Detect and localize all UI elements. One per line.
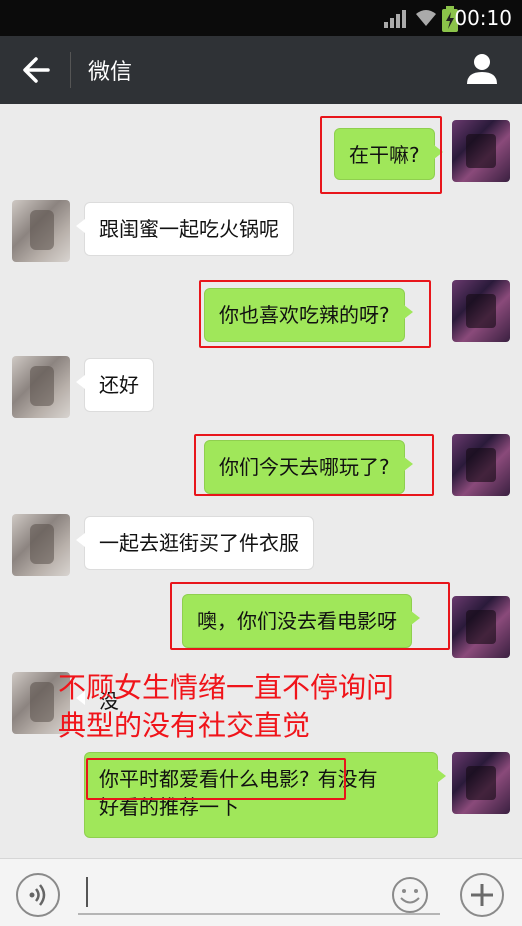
my-message-bubble[interactable]: 在干嘛? <box>334 128 443 180</box>
contact-avatar[interactable] <box>12 200 70 262</box>
my-avatar[interactable] <box>452 120 510 182</box>
message-list[interactable]: 在干嘛? 跟闺蜜一起吃火锅呢 你也喜欢吃辣的呀? 还好 你们今天去哪玩了? 一起… <box>0 104 522 854</box>
my-avatar[interactable] <box>452 434 510 496</box>
my-avatar[interactable] <box>452 596 510 658</box>
annotation-line-2: 典型的没有社交直觉 <box>58 709 311 742</box>
contact-profile-icon[interactable] <box>464 50 500 86</box>
contact-avatar[interactable] <box>12 356 70 418</box>
contact-message-bubble[interactable]: 还好 <box>76 358 154 412</box>
status-bar: 00:10 <box>0 0 522 36</box>
voice-input-button[interactable] <box>16 873 60 917</box>
message-text-highlighted: 你平时都爱看什么电影? <box>99 767 310 791</box>
my-avatar[interactable] <box>452 752 510 814</box>
annotation-line-1: 不顾女生情绪一直不停询问 <box>58 671 395 704</box>
contact-message-bubble[interactable]: 一起去逛街买了件衣服 <box>76 516 314 570</box>
my-message-bubble[interactable]: 你也喜欢吃辣的呀? <box>204 288 413 342</box>
back-arrow-icon[interactable] <box>18 52 54 88</box>
message-text-line-1: 你平时都爱看什么电影? 有没有 <box>99 765 423 793</box>
signal-icon <box>384 10 406 28</box>
more-options-button[interactable] <box>460 873 504 917</box>
message-text: 你也喜欢吃辣的呀? <box>219 303 390 327</box>
input-bar <box>0 858 522 926</box>
header-divider <box>70 52 71 88</box>
contact-message-bubble[interactable]: 跟闺蜜一起吃火锅呢 <box>76 202 294 256</box>
message-text: 你们今天去哪玩了? <box>219 455 390 479</box>
chat-header: 微信 <box>0 36 522 104</box>
my-message-bubble[interactable]: 你平时都爱看什么电影? 有没有 好看的推荐一下 <box>84 752 446 838</box>
message-text: 噢，你们没去看电影呀 <box>197 609 397 633</box>
chat-title: 微信 <box>88 60 133 85</box>
message-text: 在干嘛? <box>349 143 420 167</box>
plus-icon <box>471 884 493 906</box>
message-text: 还好 <box>99 373 139 397</box>
message-text: 跟闺蜜一起吃火锅呢 <box>99 217 279 241</box>
my-message-bubble[interactable]: 你们今天去哪玩了? <box>204 440 413 494</box>
clock: 00:10 <box>454 6 512 30</box>
message-input[interactable] <box>78 871 440 915</box>
emoji-icon[interactable] <box>390 875 430 915</box>
voice-icon <box>29 884 46 906</box>
message-text: 一起去逛街买了件衣服 <box>99 531 299 555</box>
contact-avatar[interactable] <box>12 514 70 576</box>
wifi-icon <box>416 10 436 26</box>
message-text-line-2: 好看的推荐一下 <box>99 795 239 819</box>
message-text: 有没有 <box>317 767 378 791</box>
my-avatar[interactable] <box>452 280 510 342</box>
text-cursor <box>86 877 88 907</box>
my-message-bubble[interactable]: 噢，你们没去看电影呀 <box>182 594 420 648</box>
